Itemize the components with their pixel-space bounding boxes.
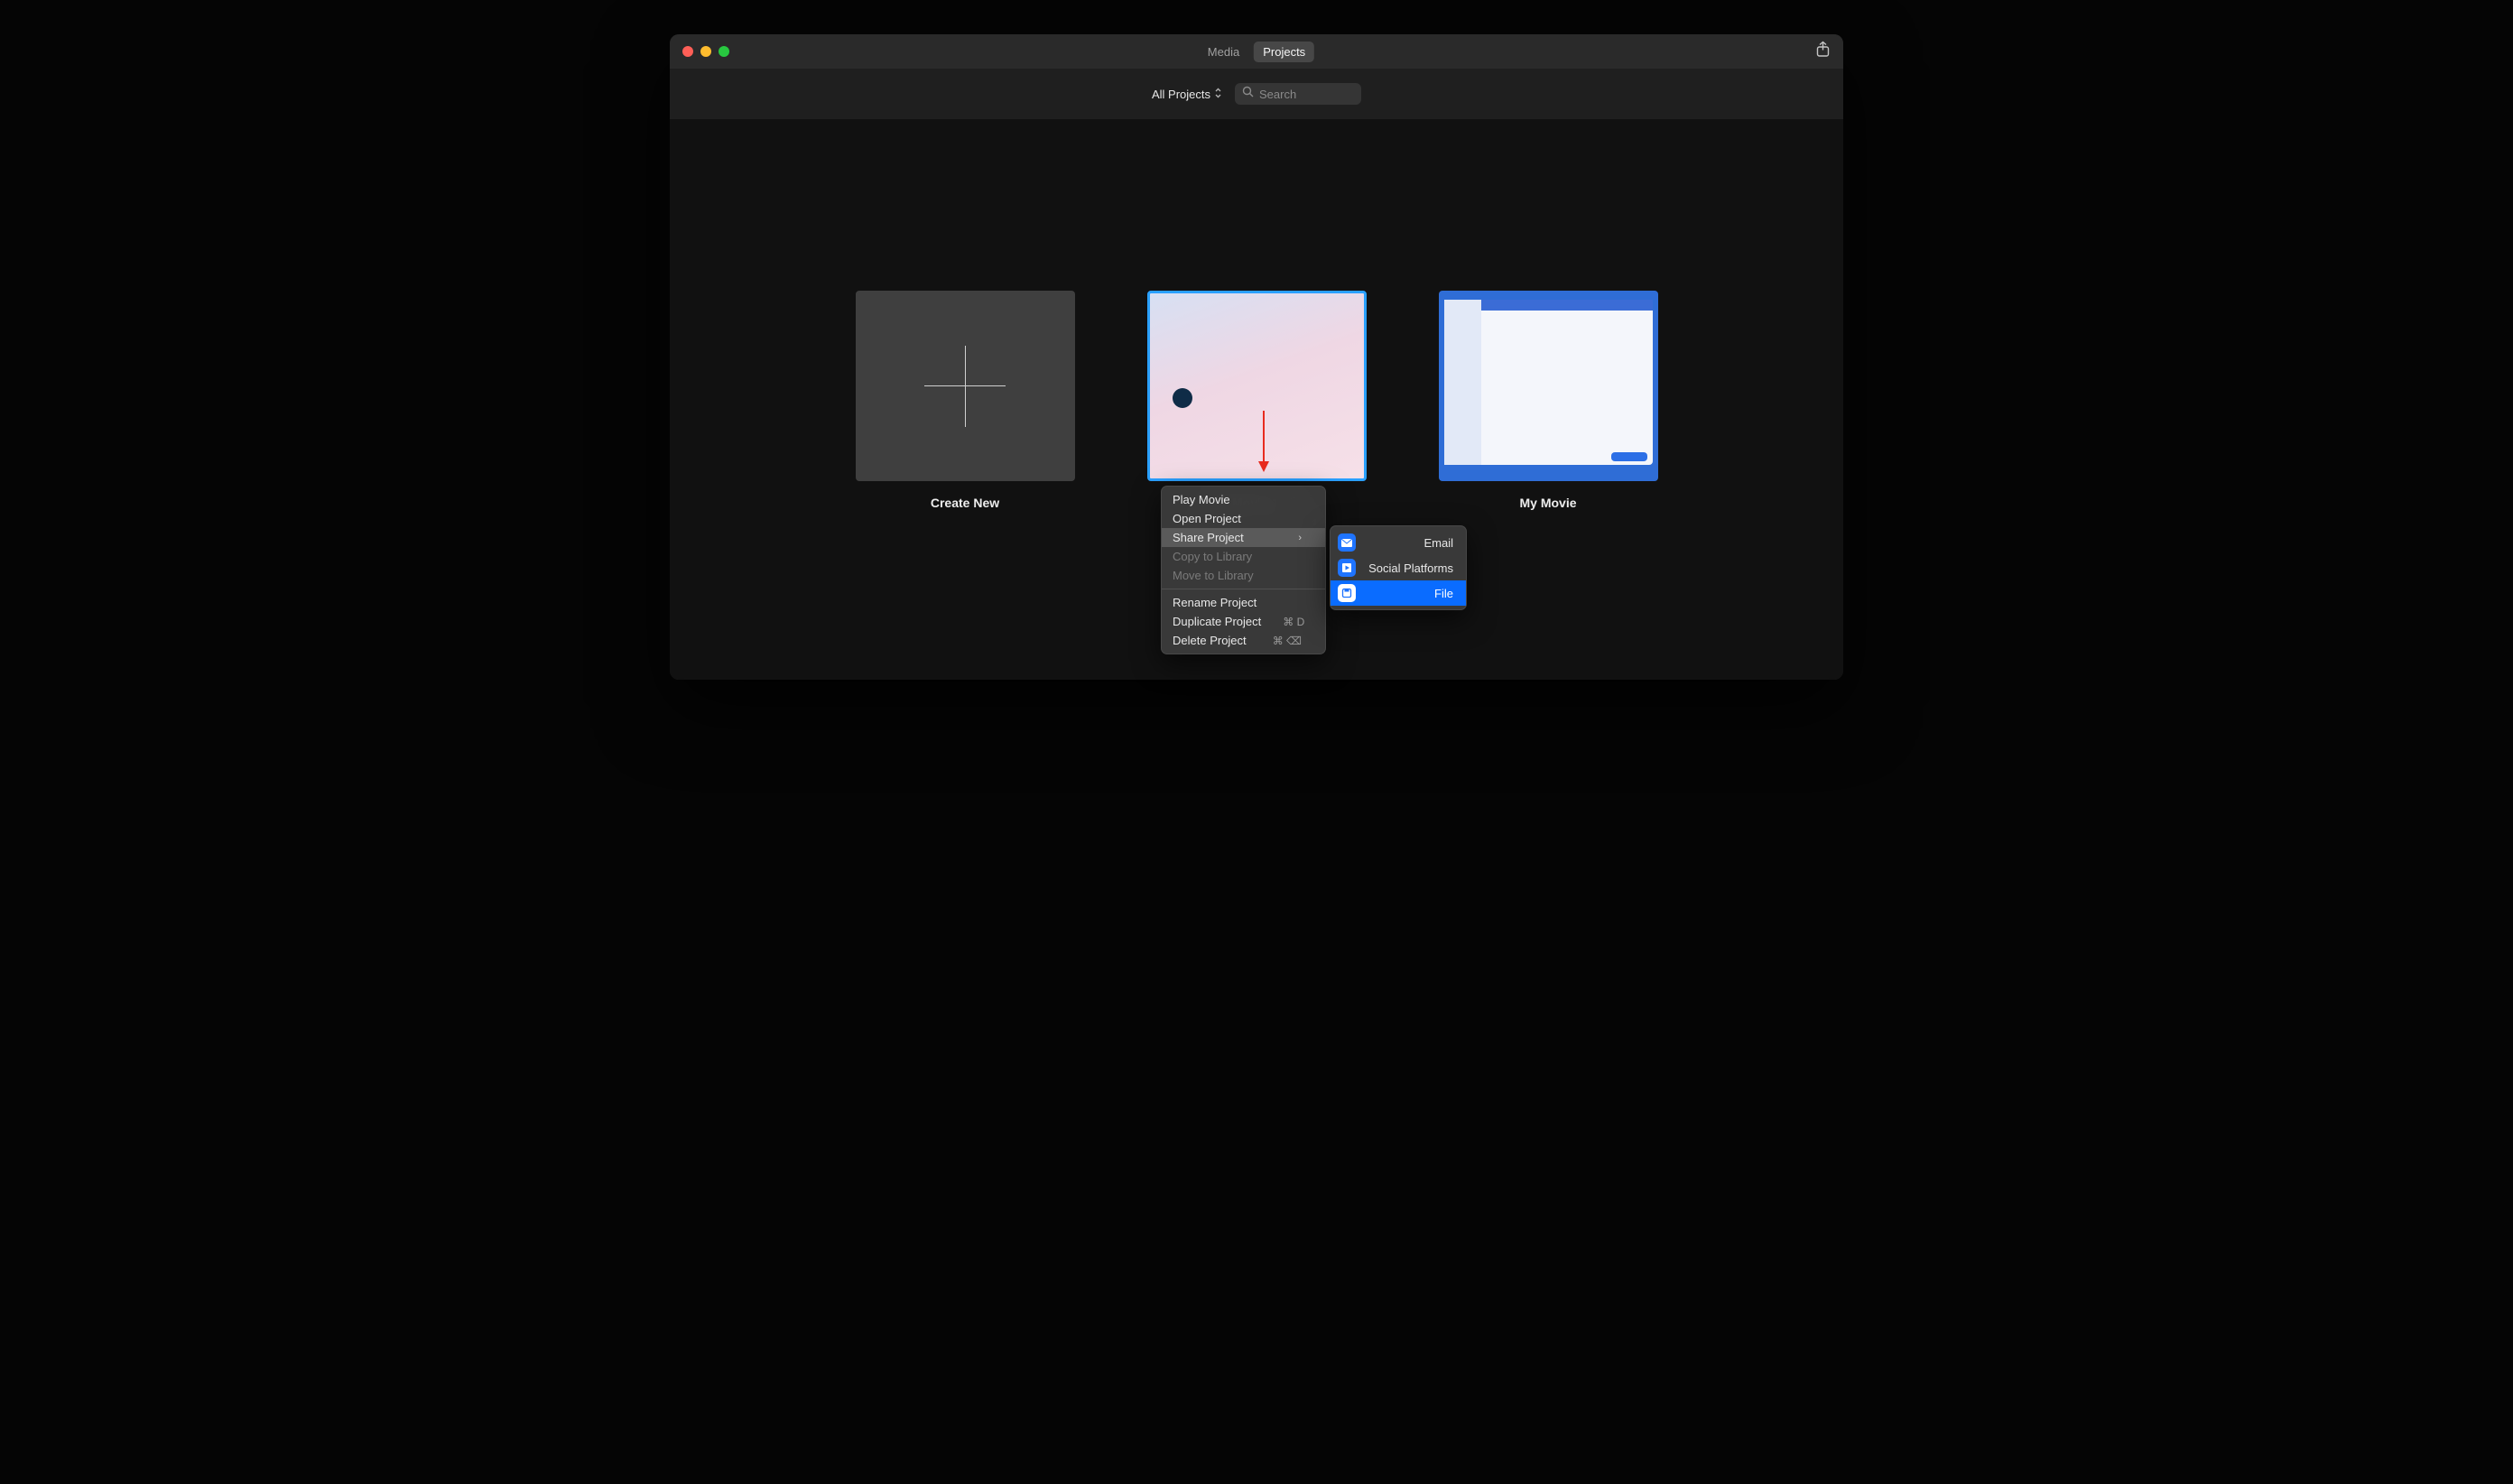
- tab-projects[interactable]: Projects: [1254, 42, 1314, 62]
- project-thumbnail[interactable]: [1147, 291, 1367, 481]
- search-input[interactable]: [1259, 88, 1418, 101]
- file-icon: [1338, 584, 1356, 602]
- chevron-right-icon: ›: [1298, 533, 1302, 543]
- window-controls: [682, 46, 729, 57]
- chevron-updown-icon: [1214, 88, 1222, 100]
- search-icon: [1242, 86, 1254, 102]
- shortcut-text: ⌘ ⌫: [1273, 635, 1302, 647]
- tile-my-movie[interactable]: My Movie: [1439, 291, 1658, 680]
- tile-title: Create New: [931, 496, 999, 510]
- share-icon[interactable]: [1815, 42, 1831, 62]
- menu-move-to-library: Move to Library: [1162, 566, 1325, 585]
- thumbnail-graphic: [1173, 388, 1192, 408]
- context-menu: Play Movie Open Project Share Project › …: [1161, 486, 1326, 654]
- social-icon: [1338, 559, 1356, 577]
- email-icon: [1338, 533, 1356, 552]
- menu-share-project[interactable]: Share Project ›: [1162, 528, 1325, 547]
- search-field[interactable]: [1235, 83, 1361, 105]
- menu-delete-project[interactable]: Delete Project ⌘ ⌫: [1162, 631, 1325, 650]
- toolbar: All Projects: [670, 69, 1843, 119]
- view-tabs: Media Projects: [1199, 42, 1314, 62]
- annotation-arrow-icon: [1255, 411, 1273, 474]
- share-submenu: Email Social Platforms File: [1330, 525, 1467, 610]
- tile-create-new[interactable]: Create New: [856, 291, 1075, 680]
- projects-filter-dropdown[interactable]: All Projects: [1152, 88, 1222, 101]
- titlebar: Media Projects: [670, 34, 1843, 69]
- zoom-window-button[interactable]: [719, 46, 729, 57]
- tile-title: My Movie: [1519, 496, 1576, 510]
- submenu-social-platforms[interactable]: Social Platforms: [1331, 555, 1466, 580]
- submenu-email[interactable]: Email: [1331, 530, 1466, 555]
- menu-copy-to-library: Copy to Library: [1162, 547, 1325, 566]
- close-window-button[interactable]: [682, 46, 693, 57]
- menu-duplicate-project[interactable]: Duplicate Project ⌘ D: [1162, 612, 1325, 631]
- shortcut-text: ⌘ D: [1283, 616, 1304, 628]
- tab-media[interactable]: Media: [1199, 42, 1248, 62]
- menu-rename-project[interactable]: Rename Project: [1162, 593, 1325, 612]
- plus-icon: [924, 385, 1006, 386]
- app-window: Media Projects All Projects: [670, 34, 1843, 680]
- create-new-thumbnail[interactable]: [856, 291, 1075, 481]
- submenu-file[interactable]: File: [1331, 580, 1466, 606]
- filter-label: All Projects: [1152, 88, 1210, 101]
- menu-open-project[interactable]: Open Project: [1162, 509, 1325, 528]
- menu-play-movie[interactable]: Play Movie: [1162, 490, 1325, 509]
- minimize-window-button[interactable]: [700, 46, 711, 57]
- project-thumbnail[interactable]: [1439, 291, 1658, 481]
